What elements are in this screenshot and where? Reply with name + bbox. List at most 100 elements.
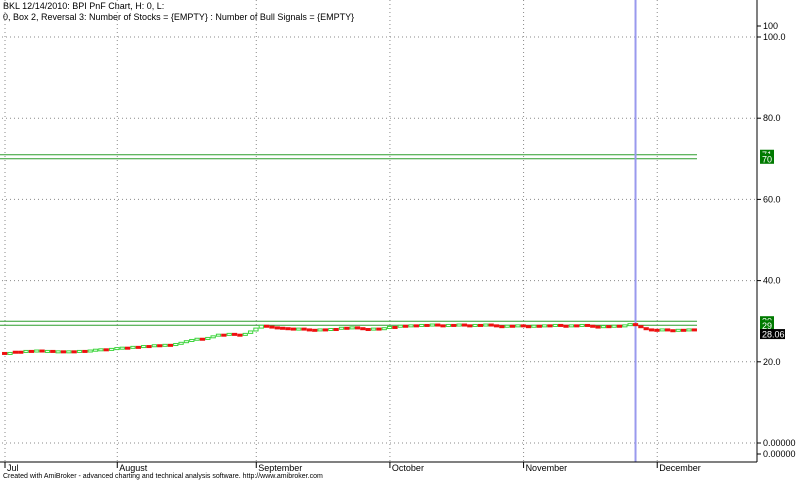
bar-down [322, 328, 329, 332]
bar-down [392, 325, 398, 329]
bar-up [386, 325, 393, 329]
bar-up [87, 349, 93, 353]
bar-down [28, 349, 35, 353]
x-tick-label: November [526, 463, 568, 473]
bar-up [92, 348, 99, 352]
bar-down [584, 323, 591, 327]
bar-down [638, 325, 644, 329]
horizontal-levels [0, 154, 697, 326]
bar-up [483, 323, 489, 327]
bar-up [76, 349, 83, 353]
bar-down [50, 349, 56, 353]
bar-down [670, 329, 676, 333]
bar-up [247, 330, 254, 334]
bar-down [237, 333, 243, 337]
bar-up [242, 332, 248, 336]
bar-up [349, 326, 355, 330]
bar-down [590, 324, 596, 328]
y-tick-label: 60.0 [763, 194, 781, 204]
level-badge-label: 70 [762, 154, 772, 164]
bar-up [98, 348, 104, 352]
bar-down [301, 327, 307, 331]
bar-down [167, 343, 174, 347]
bar-up [328, 328, 334, 332]
bar-up [194, 337, 200, 341]
bar-up [429, 323, 436, 327]
bar-down [574, 324, 580, 328]
bar-down [269, 325, 275, 329]
bar-down [595, 325, 601, 329]
bar-down [274, 326, 280, 330]
grid-lines [2, 0, 757, 462]
bar-up [338, 326, 345, 330]
bar-up [114, 347, 120, 351]
bar-down [60, 350, 67, 354]
bar-down [290, 327, 297, 331]
y-tick-label: 80.0 [763, 113, 781, 123]
bar-up [215, 333, 222, 337]
pnf-chart[interactable]: 0.00000 20.0 40.0 60.0 80.0 100.0100 0.00000 J… [0, 0, 800, 483]
bar-up [183, 340, 190, 344]
bar-up [258, 324, 264, 329]
bar-down [461, 323, 468, 327]
bar-up [622, 324, 628, 328]
bar-down [82, 349, 88, 353]
bar-up [472, 323, 478, 327]
bar-up [579, 323, 585, 327]
bar-down [135, 345, 141, 349]
bar-down [280, 326, 286, 330]
bar-down [376, 327, 382, 331]
bar-down [547, 324, 553, 328]
bar-down [616, 324, 623, 328]
bar-down [536, 324, 542, 328]
bar-down [451, 323, 457, 327]
bar-up [456, 323, 462, 327]
x-tick-label: September [258, 463, 302, 473]
x-tick-label: October [392, 463, 424, 473]
bar-down [648, 328, 655, 332]
bar-up [23, 349, 29, 353]
bar-down [606, 325, 612, 329]
bar-down [435, 323, 441, 327]
y-tick-label: 0.00000 [763, 449, 796, 459]
bar-up [408, 324, 414, 328]
bar-up [130, 345, 136, 349]
bar-up [66, 350, 72, 354]
bar-up [178, 341, 184, 345]
bar-up [397, 324, 403, 328]
bar-up [7, 351, 13, 355]
bar-down [654, 328, 660, 332]
bar-down [157, 344, 163, 348]
bar-up [151, 344, 158, 348]
x-axis-ticks: Jul August September October November Decembe… [4, 462, 701, 473]
bar-up [44, 349, 51, 353]
bar-down [39, 349, 45, 353]
bar-up [108, 347, 115, 351]
bar-down [103, 348, 109, 352]
bar-down [467, 324, 473, 328]
bar-up [210, 335, 216, 339]
bar-down [231, 332, 238, 336]
bar-down [18, 350, 24, 354]
bar-up [686, 328, 692, 332]
bar-up [504, 324, 510, 328]
bar-up [627, 323, 633, 327]
bar-up [55, 350, 61, 354]
bar-up [205, 336, 211, 340]
bar-down [691, 328, 697, 332]
bar-up [600, 325, 607, 329]
bar-down [285, 327, 291, 331]
bar-up [253, 327, 259, 332]
bar-down [413, 324, 419, 328]
bar-down [312, 328, 318, 332]
last-price-label: 28.06 [762, 330, 785, 340]
x-tick-label: Jul [7, 463, 19, 473]
bar-up [611, 324, 617, 328]
bar-down [146, 345, 152, 349]
y-tick-label: 100.0 [763, 32, 786, 42]
bar-up [515, 324, 521, 328]
bar-down [333, 328, 339, 332]
bar-down [12, 350, 19, 354]
level-badges: 7170302928.06 [760, 149, 785, 340]
bar-up [541, 324, 548, 328]
